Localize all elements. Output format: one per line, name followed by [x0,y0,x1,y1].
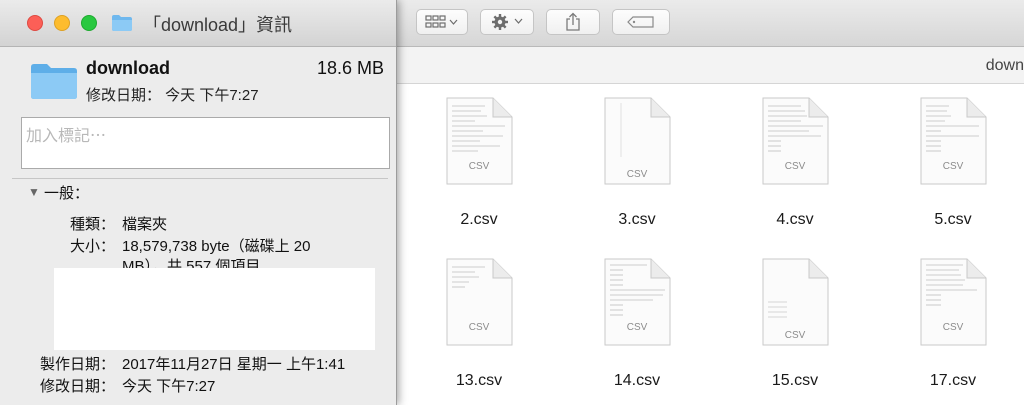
svg-text:CSV: CSV [943,322,964,333]
item-size: 18.6 MB [316,58,384,78]
file-name: 15.csv [771,372,819,389]
svg-text:CSV: CSV [469,161,490,172]
file-name: 14.csv [613,372,661,389]
file-item-3-csv[interactable]: CSV 3.csv [577,97,697,237]
get-info-window: 「download」資訊 download 18.6 MB 修改日期： 今天 下… [0,0,397,405]
item-name: download [86,58,170,78]
grid-view-icon [425,15,459,29]
file-item-2-csv[interactable]: CSV 2.csv [419,97,539,237]
svg-text:CSV: CSV [785,161,806,172]
csv-file-icon: CSV [920,97,987,185]
modified-label: 修改日期： [39,378,115,395]
gear-icon [489,13,525,31]
file-name: 5.csv [934,211,972,228]
file-item-5-csv[interactable]: CSV 5.csv [893,97,1013,237]
modified-value: 今天 下午7:27 [122,378,216,395]
file-name: 13.csv [455,372,503,389]
section-divider [12,178,388,179]
kind-value: 檔案夾 [122,216,168,233]
general-section-title[interactable]: 一般： [44,182,89,203]
csv-file-icon: CSV [604,97,671,185]
file-item-15-csv[interactable]: CSV 15.csv [735,258,855,398]
info-titlebar[interactable]: 「download」資訊 [0,0,396,47]
csv-file-icon: CSV [920,258,987,346]
csv-file-icon: CSV [762,97,829,185]
file-name: 2.csv [460,211,498,228]
close-button[interactable] [27,15,43,31]
csv-file-icon: CSV [762,258,829,346]
file-item-4-csv[interactable]: CSV 4.csv [735,97,855,237]
kind-label: 種類： [69,216,115,233]
folder-icon [112,15,132,31]
share-button[interactable] [546,9,600,35]
disclosure-triangle-icon[interactable]: ▼ [28,185,40,199]
item-modified-summary: 修改日期： 今天 下午7:27 [86,87,259,104]
svg-text:CSV: CSV [943,161,964,172]
file-name: 3.csv [618,211,656,228]
file-item-17-csv[interactable]: CSV 17.csv [893,258,1013,398]
csv-file-icon: CSV [604,258,671,346]
tags-button[interactable] [612,9,670,35]
window-path-title: down [985,57,1024,74]
minimize-button[interactable] [54,15,70,31]
view-options-button[interactable] [416,9,468,35]
zoom-button[interactable] [81,15,97,31]
csv-file-icon: CSV [446,258,513,346]
size-value-line1: 18,579,738 byte（磁碟上 20 [122,238,311,255]
window-title: 「download」資訊 [143,15,293,35]
svg-text:CSV: CSV [469,322,490,333]
action-menu-button[interactable] [480,9,534,35]
created-value: 2017年11月27日 星期一 上午1:41 [122,356,346,373]
tag-icon [626,15,656,29]
tags-input[interactable]: 加入標記⋯ [21,117,390,169]
svg-text:CSV: CSV [627,169,648,180]
created-label: 製作日期： [39,356,115,373]
file-item-13-csv[interactable]: CSV 13.csv [419,258,539,398]
csv-file-icon: CSV [446,97,513,185]
file-item-14-csv[interactable]: CSV 14.csv [577,258,697,398]
folder-icon [31,64,77,99]
file-name: 17.csv [929,372,977,389]
svg-text:CSV: CSV [627,322,648,333]
redacted-area [54,268,375,350]
svg-text:CSV: CSV [785,330,806,341]
share-icon [564,12,582,32]
size-label: 大小： [69,238,115,255]
file-name: 4.csv [776,211,814,228]
